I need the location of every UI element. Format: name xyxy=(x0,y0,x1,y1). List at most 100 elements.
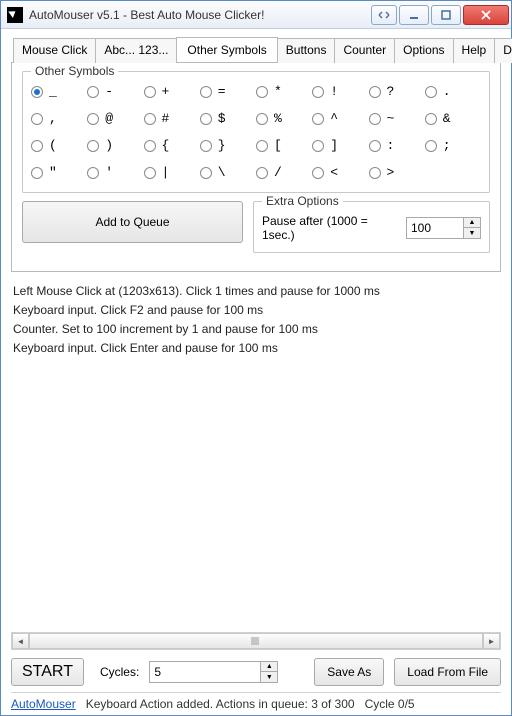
radio-icon[interactable] xyxy=(144,113,156,125)
radio-icon[interactable] xyxy=(87,113,99,125)
symbol-option[interactable]: $ xyxy=(200,111,256,126)
radio-icon[interactable] xyxy=(256,167,268,179)
horizontal-scrollbar[interactable]: ◄ ► xyxy=(11,632,501,650)
radio-icon[interactable] xyxy=(312,86,324,98)
symbol-option[interactable]: ) xyxy=(87,138,143,153)
client-area: Mouse ClickAbc... 123...Other SymbolsBut… xyxy=(1,29,511,715)
symbol-option[interactable]: % xyxy=(256,111,312,126)
tab-donate[interactable]: Donate xyxy=(494,38,512,63)
symbol-option[interactable]: ; xyxy=(425,138,481,153)
symbol-option[interactable]: & xyxy=(425,111,481,126)
symbol-option[interactable]: - xyxy=(87,84,143,99)
tab-buttons[interactable]: Buttons xyxy=(277,38,336,63)
maximize-button[interactable] xyxy=(431,5,461,25)
radio-icon[interactable] xyxy=(369,113,381,125)
spin-down-icon[interactable]: ▼ xyxy=(464,228,480,238)
radio-icon[interactable] xyxy=(87,167,99,179)
radio-icon[interactable] xyxy=(256,140,268,152)
symbol-option[interactable]: @ xyxy=(87,111,143,126)
symbol-option[interactable]: , xyxy=(31,111,87,126)
symbol-char: ; xyxy=(443,138,451,153)
radio-icon[interactable] xyxy=(312,140,324,152)
cycles-spinner[interactable]: ▲ ▼ xyxy=(149,661,278,683)
bottom-bar: START Cycles: ▲ ▼ Save As Load From File xyxy=(11,656,501,692)
radio-icon[interactable] xyxy=(87,140,99,152)
symbol-option[interactable]: [ xyxy=(256,138,312,153)
symbol-char: % xyxy=(274,111,282,126)
radio-icon[interactable] xyxy=(425,86,437,98)
symbol-char: _ xyxy=(49,84,57,99)
spin-up-icon[interactable]: ▲ xyxy=(261,662,277,672)
symbol-option[interactable]: { xyxy=(144,138,200,153)
tab-options[interactable]: Options xyxy=(394,38,453,63)
close-button[interactable] xyxy=(463,5,509,25)
radio-icon[interactable] xyxy=(31,86,43,98)
symbol-option[interactable]: = xyxy=(200,84,256,99)
status-cycle: Cycle 0/5 xyxy=(365,697,415,711)
symbol-option[interactable]: . xyxy=(425,84,481,99)
scroll-thumb[interactable] xyxy=(29,633,483,649)
symbol-option[interactable]: | xyxy=(144,165,200,180)
radio-icon[interactable] xyxy=(200,113,212,125)
tab-help[interactable]: Help xyxy=(453,38,496,63)
symbol-option[interactable]: ~ xyxy=(369,111,425,126)
symbol-option[interactable]: ] xyxy=(312,138,368,153)
tab-counter[interactable]: Counter xyxy=(334,38,395,63)
save-as-button[interactable]: Save As xyxy=(314,658,384,686)
radio-icon[interactable] xyxy=(144,86,156,98)
start-button[interactable]: START xyxy=(11,658,84,686)
radio-icon[interactable] xyxy=(200,140,212,152)
radio-icon[interactable] xyxy=(31,140,43,152)
radio-icon[interactable] xyxy=(31,113,43,125)
automouser-link[interactable]: AutoMouser xyxy=(11,697,76,711)
radio-icon[interactable] xyxy=(31,167,43,179)
radio-icon[interactable] xyxy=(144,140,156,152)
radio-icon[interactable] xyxy=(87,86,99,98)
radio-icon[interactable] xyxy=(200,167,212,179)
symbol-option[interactable]: / xyxy=(256,165,312,180)
symbol-char: " xyxy=(49,165,57,180)
symbol-char: { xyxy=(162,138,170,153)
pause-after-spinner[interactable]: ▲ ▼ xyxy=(406,217,481,239)
radio-icon[interactable] xyxy=(256,113,268,125)
radio-icon[interactable] xyxy=(369,140,381,152)
tab-other-symbols[interactable]: Other Symbols xyxy=(176,37,277,62)
symbol-option[interactable]: ? xyxy=(369,84,425,99)
symbol-option[interactable]: ! xyxy=(312,84,368,99)
symbol-option[interactable]: _ xyxy=(31,84,87,99)
radio-icon[interactable] xyxy=(425,140,437,152)
symbol-option[interactable]: + xyxy=(144,84,200,99)
symbol-option[interactable]: * xyxy=(256,84,312,99)
radio-icon[interactable] xyxy=(312,113,324,125)
radio-icon[interactable] xyxy=(369,86,381,98)
radio-icon[interactable] xyxy=(312,167,324,179)
scroll-track[interactable] xyxy=(29,633,483,649)
radio-icon[interactable] xyxy=(200,86,212,98)
spin-up-icon[interactable]: ▲ xyxy=(464,218,480,228)
spin-down-icon[interactable]: ▼ xyxy=(261,672,277,682)
symbol-option[interactable]: ^ xyxy=(312,111,368,126)
tab-abc-123-[interactable]: Abc... 123... xyxy=(95,38,177,63)
minimize-button[interactable] xyxy=(399,5,429,25)
add-to-queue-button[interactable]: Add to Queue xyxy=(22,201,243,243)
scroll-right-icon[interactable]: ► xyxy=(483,633,500,649)
radio-icon[interactable] xyxy=(256,86,268,98)
scroll-left-icon[interactable]: ◄ xyxy=(12,633,29,649)
symbol-option[interactable]: # xyxy=(144,111,200,126)
symbol-option[interactable]: " xyxy=(31,165,87,180)
pause-after-input[interactable] xyxy=(407,218,463,238)
symbol-option[interactable]: < xyxy=(312,165,368,180)
symbol-option[interactable]: } xyxy=(200,138,256,153)
symbol-option[interactable]: ' xyxy=(87,165,143,180)
symbol-option[interactable]: > xyxy=(369,165,425,180)
help-button[interactable] xyxy=(371,5,397,25)
cycles-input[interactable] xyxy=(150,662,260,682)
radio-icon[interactable] xyxy=(369,167,381,179)
radio-icon[interactable] xyxy=(425,113,437,125)
tab-mouse-click[interactable]: Mouse Click xyxy=(13,38,96,63)
radio-icon[interactable] xyxy=(144,167,156,179)
symbol-option[interactable]: : xyxy=(369,138,425,153)
symbol-option[interactable]: ( xyxy=(31,138,87,153)
symbol-option[interactable]: \ xyxy=(200,165,256,180)
load-from-file-button[interactable]: Load From File xyxy=(394,658,501,686)
